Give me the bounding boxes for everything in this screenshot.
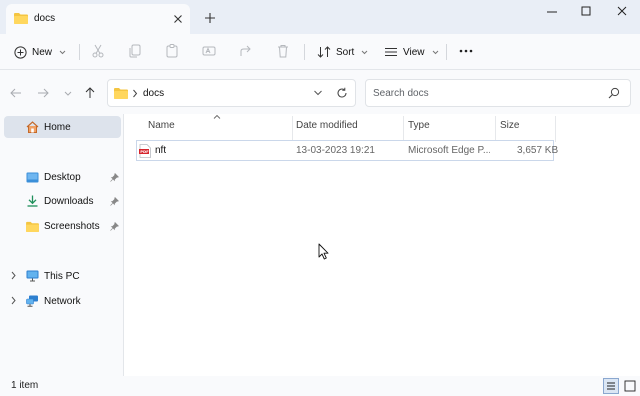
search-icon[interactable] [608, 87, 620, 99]
minimize-button[interactable] [542, 4, 562, 20]
chevron-down-icon [432, 50, 439, 55]
sidebar-item-label: Home [44, 121, 71, 133]
rename-icon[interactable] [201, 43, 217, 59]
breadcrumb-docs[interactable]: docs [143, 88, 164, 99]
sidebar-item-home[interactable]: Home [4, 116, 121, 138]
sidebar-item-label: This PC [44, 270, 80, 282]
new-tab-button[interactable] [202, 10, 218, 26]
item-count: 1 item [11, 380, 39, 391]
details-view-button[interactable] [603, 378, 619, 394]
navigation-pane: Home Desktop Downloads Screenshots This … [0, 114, 124, 376]
address-dropdown-icon[interactable] [313, 89, 323, 97]
sidebar-item-downloads[interactable]: Downloads [26, 190, 93, 212]
close-window-button[interactable] [612, 4, 632, 20]
share-icon[interactable] [238, 43, 254, 59]
column-divider[interactable] [495, 116, 496, 142]
svg-text:PDF: PDF [140, 149, 149, 154]
more-icon[interactable] [458, 43, 474, 59]
sidebar-item-desktop[interactable]: Desktop [26, 166, 81, 188]
downloads-icon [26, 195, 39, 207]
back-arrow-icon[interactable] [9, 86, 23, 100]
up-arrow-icon[interactable] [83, 86, 97, 100]
large-icons-view-button[interactable] [622, 378, 638, 394]
close-tab-icon[interactable] [170, 11, 186, 27]
folder-icon [26, 221, 39, 232]
mouse-cursor-icon [318, 243, 329, 260]
maximize-button[interactable] [576, 4, 596, 20]
table-row[interactable]: PDF nft 13-03-2023 19:21 Microsoft Edge … [136, 140, 558, 161]
pdf-file-icon: PDF [139, 144, 151, 158]
sidebar-item-label: Downloads [44, 195, 94, 207]
tab-title: docs [34, 13, 56, 24]
address-bar[interactable]: docs [107, 79, 356, 107]
computer-icon [26, 270, 39, 282]
pin-icon[interactable] [110, 197, 119, 206]
new-label: New [32, 46, 53, 58]
breadcrumb-chevron-icon[interactable] [132, 89, 138, 98]
search-box[interactable]: Search docs [365, 79, 631, 107]
new-button[interactable]: New [14, 41, 66, 63]
desktop-icon [26, 172, 39, 183]
expand-chevron-icon[interactable] [10, 296, 17, 305]
network-icon [26, 295, 39, 307]
tab-docs[interactable]: docs [6, 4, 190, 34]
file-name: nft [155, 145, 167, 156]
sidebar-item-this-pc[interactable]: This PC [26, 265, 80, 287]
column-divider[interactable] [403, 116, 404, 142]
divider [446, 44, 447, 60]
chevron-down-icon [59, 50, 66, 55]
search-input[interactable]: Search docs [373, 88, 429, 99]
divider [79, 44, 80, 60]
copy-icon[interactable] [127, 43, 143, 59]
sidebar-item-label: Screenshots [44, 220, 100, 232]
sidebar-item-network[interactable]: Network [26, 290, 81, 312]
sort-button[interactable]: Sort [317, 41, 368, 63]
sidebar-item-label: Network [44, 295, 81, 307]
forward-arrow-icon[interactable] [36, 86, 50, 100]
command-bar: New Sort View [0, 34, 640, 70]
cut-icon[interactable] [90, 43, 106, 59]
plus-circle-icon [14, 45, 27, 59]
delete-icon[interactable] [275, 43, 291, 59]
sort-ascending-icon [213, 114, 221, 120]
divider [304, 44, 305, 60]
view-icon [384, 46, 398, 58]
expand-chevron-icon[interactable] [10, 271, 17, 280]
status-bar: 1 item [0, 376, 640, 396]
refresh-icon[interactable] [336, 87, 348, 99]
file-type: Microsoft Edge P... [408, 145, 490, 156]
column-divider[interactable] [292, 116, 293, 142]
column-header-type[interactable]: Type [408, 120, 430, 140]
column-divider[interactable] [555, 116, 556, 142]
column-header-size[interactable]: Size [500, 120, 519, 140]
column-header-name[interactable]: Name [148, 120, 175, 140]
sidebar-item-label: Desktop [44, 171, 81, 183]
sort-label: Sort [336, 46, 355, 58]
recent-locations-chevron-icon[interactable] [61, 86, 75, 100]
paste-icon[interactable] [164, 43, 180, 59]
column-header-date[interactable]: Date modified [296, 120, 358, 140]
sort-icon [317, 46, 331, 58]
folder-icon [14, 12, 28, 24]
file-list: Name Date modified Type Size PDF nft 13-… [124, 114, 640, 376]
pin-icon[interactable] [110, 222, 119, 231]
pin-icon[interactable] [110, 173, 119, 182]
home-icon [26, 121, 39, 133]
file-size: 3,657 KB [517, 145, 559, 156]
file-date: 13-03-2023 19:21 [296, 145, 375, 156]
view-button[interactable]: View [384, 41, 439, 63]
folder-icon [114, 87, 128, 99]
chevron-down-icon [361, 50, 368, 55]
sidebar-item-screenshots[interactable]: Screenshots [26, 215, 100, 237]
view-label: View [403, 46, 425, 58]
